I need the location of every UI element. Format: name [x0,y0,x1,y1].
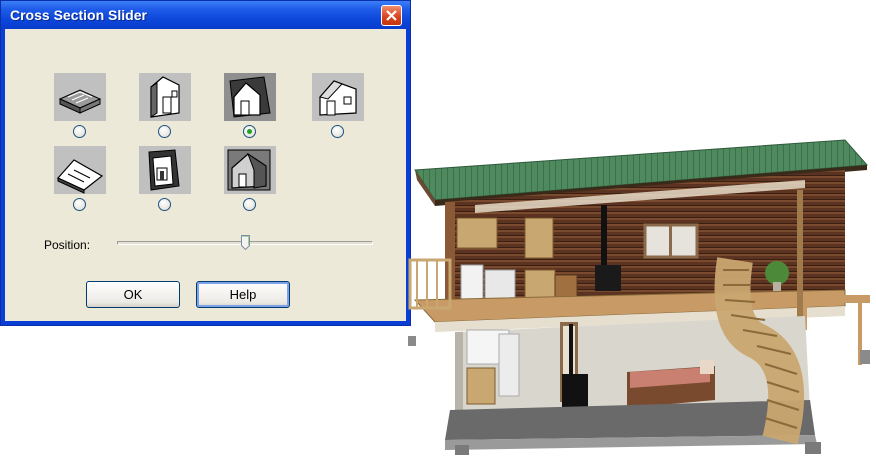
view-option-3[interactable] [224,73,276,145]
view-option-4-radio[interactable] [331,125,344,138]
view-option-4[interactable] [312,73,364,145]
view-option-7[interactable] [224,146,276,218]
help-button[interactable]: Help [196,281,290,308]
footing-left [455,445,469,455]
floor-plan-view-icon[interactable] [54,73,106,121]
dialog-title: Cross Section Slider [10,7,147,23]
view-option-6-radio[interactable] [158,198,171,211]
ok-button[interactable]: OK [86,281,180,308]
title-bar[interactable]: Cross Section Slider [1,1,410,29]
back-section-view-icon[interactable] [139,146,191,194]
view-option-5[interactable] [54,146,106,218]
view-option-2-radio[interactable] [158,125,171,138]
cross-section-view-icon[interactable] [224,73,276,121]
close-button[interactable] [381,5,402,26]
dialog-body: Position: OK Help [5,29,406,321]
view-option-6[interactable] [139,146,191,218]
cross-section-slider-dialog: Cross Section Slider Position: OK Help [0,0,411,326]
cutaway-view-icon[interactable] [224,146,276,194]
house-cross-section-render [408,139,870,455]
position-slider-thumb[interactable] [241,235,250,250]
view-option-3-radio[interactable] [243,125,256,138]
view-option-7-radio[interactable] [243,198,256,211]
roof-section-view-icon[interactable] [54,146,106,194]
front-elevation-icon[interactable] [312,73,364,121]
position-label: Position: [44,238,91,252]
view-option-1[interactable] [54,73,106,145]
footing-far-right [860,350,870,364]
close-icon [386,10,397,21]
footing-right [805,442,821,454]
view-option-2[interactable] [139,73,191,145]
view-option-5-radio[interactable] [73,198,86,211]
side-section-view-icon[interactable] [139,73,191,121]
footing-outside [408,336,416,346]
view-option-1-radio[interactable] [73,125,86,138]
